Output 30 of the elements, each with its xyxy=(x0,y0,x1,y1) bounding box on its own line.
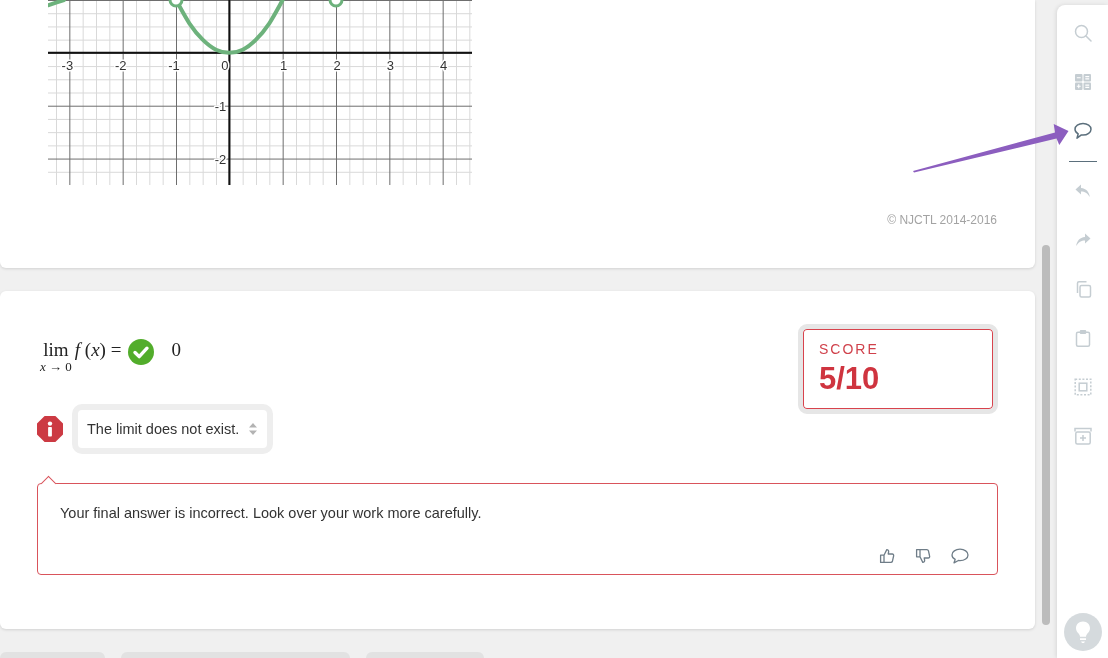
comment-icon[interactable] xyxy=(951,548,969,564)
function-curve xyxy=(48,0,66,8)
tick-label: 4 xyxy=(440,57,448,73)
answer-dropdown[interactable]: The limit does not exist. xyxy=(72,404,274,454)
tick-label: -1 xyxy=(214,98,227,114)
tick-label: 1 xyxy=(280,57,288,73)
tick-label: -2 xyxy=(214,151,227,167)
feedback-text: Your final answer is incorrect. Look over your work more carefully. xyxy=(60,504,483,523)
clipboard-icon[interactable] xyxy=(1073,328,1092,347)
tick-label: -3 xyxy=(61,57,74,73)
sort-caret-icon[interactable] xyxy=(249,423,258,435)
score-label: SCORE xyxy=(819,341,879,357)
math-expression: f (x) = xyxy=(74,340,122,360)
tick-label: 3 xyxy=(386,57,394,73)
answer-value: 0 xyxy=(171,340,181,360)
selection-icon[interactable] xyxy=(1073,377,1092,396)
lightbulb-icon[interactable] xyxy=(1063,613,1102,651)
search-icon[interactable] xyxy=(1073,23,1092,42)
scrollbar-thumb[interactable] xyxy=(1042,245,1050,625)
thumbs-down-icon[interactable] xyxy=(915,548,931,564)
score-value: 5/10 xyxy=(819,362,880,396)
limit-operator: lim xyxy=(43,340,69,360)
copyright-text: © NJCTL 2014-2016 xyxy=(887,214,997,226)
add-frame-icon[interactable] xyxy=(1073,426,1092,445)
comment-icon[interactable] xyxy=(1073,121,1092,140)
tick-label: 0 xyxy=(221,57,229,73)
tick-label: -2 xyxy=(114,57,127,73)
limit-subscript: x → 0 xyxy=(40,360,72,374)
calculator-icon[interactable] xyxy=(1073,72,1092,91)
thumbs-up-icon[interactable] xyxy=(879,548,895,564)
